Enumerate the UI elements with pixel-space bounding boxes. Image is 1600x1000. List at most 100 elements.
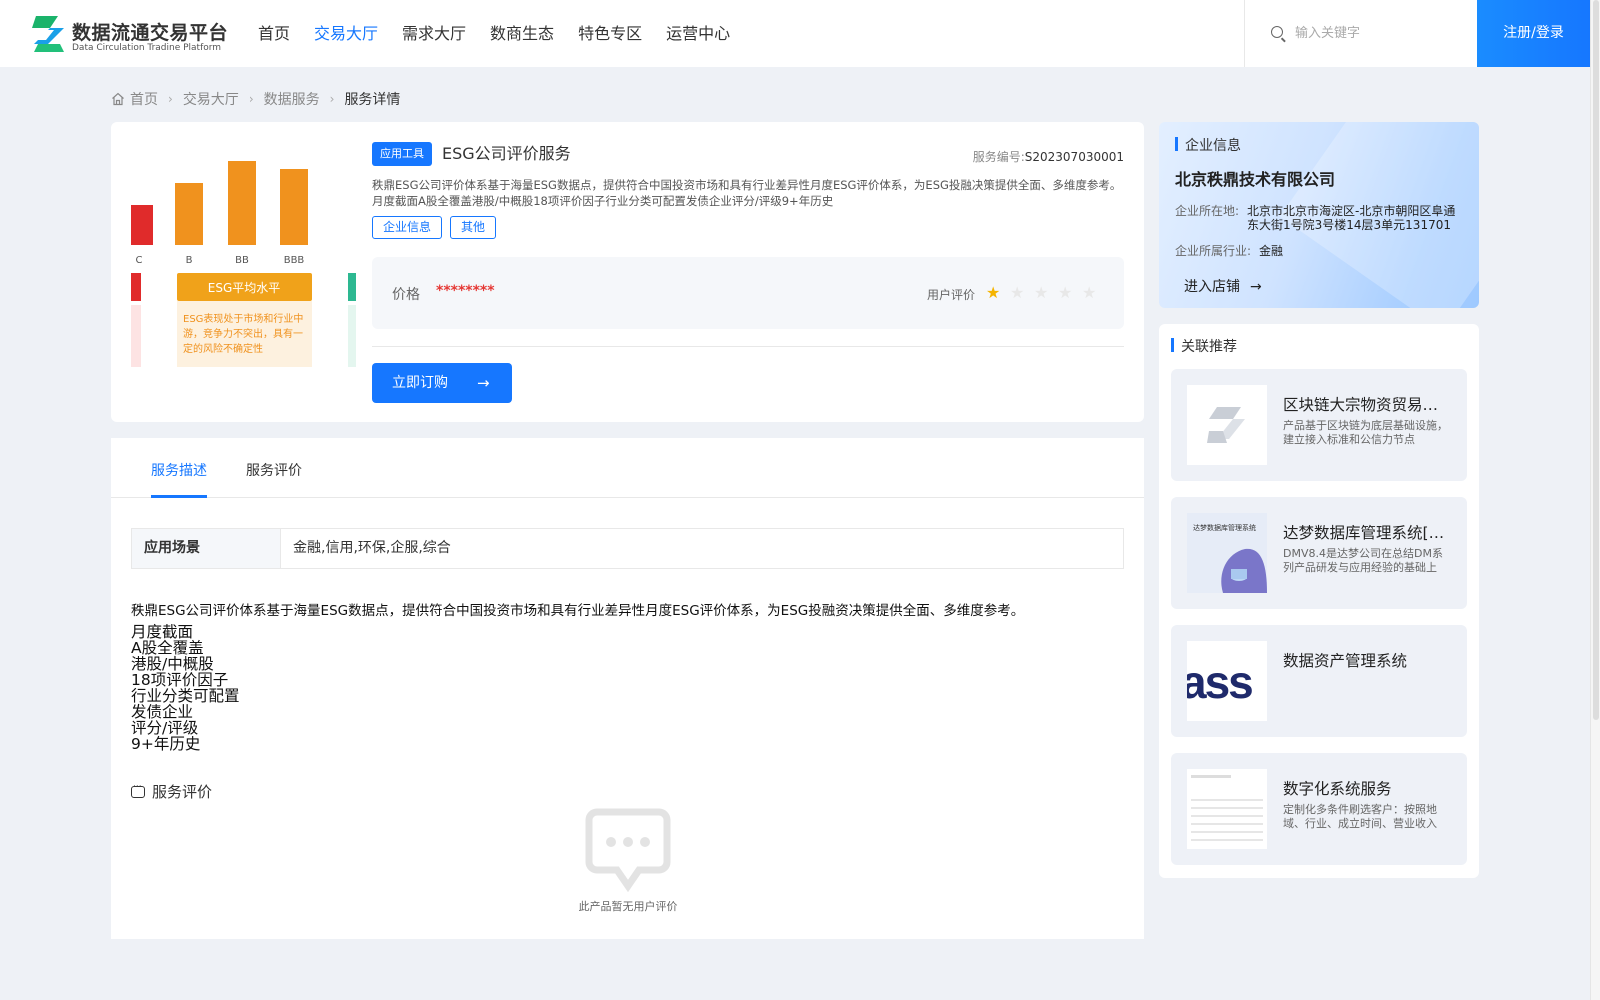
enter-shop-link[interactable]: 进入店铺 → xyxy=(1184,276,1262,296)
price-value: ******** xyxy=(436,283,495,299)
star-filled-icon[interactable]: ★ xyxy=(986,283,1010,302)
evaluation-section-title: 服务评价 xyxy=(131,781,212,802)
service-summary-card: ESG平均水平 C B BB BBB ESG表现处于市场和行业中游，竞争力不突出，具有… xyxy=(111,122,1144,422)
enter-shop-label: 进入店铺 xyxy=(1184,279,1240,295)
page-scrollbar[interactable] xyxy=(1590,0,1600,1000)
nav-special-zone[interactable]: 特色专区 xyxy=(578,0,642,67)
thumb-bar-label: BBB xyxy=(284,255,305,266)
service-number: 服务编号:S202307030001 xyxy=(973,148,1124,165)
top-header: 数据流通交易平台 Data Circulation Tradine Platfo… xyxy=(0,0,1600,67)
scrollbar-thumb[interactable] xyxy=(1593,0,1599,720)
company-name: 北京秩鼎技术有限公司 xyxy=(1175,170,1336,189)
tab-service-description[interactable]: 服务描述 xyxy=(151,460,207,480)
nav-operation-center[interactable]: 运营中心 xyxy=(666,0,730,67)
recommend-item[interactable]: 区块链大宗物资贸易服务 产品基于区块链为底层基础设施，建立接入标准和公信力节点 xyxy=(1171,369,1467,481)
recommend-thumbnail xyxy=(1187,769,1267,849)
active-tab-indicator xyxy=(151,495,207,498)
thumb-bar xyxy=(131,205,153,245)
recommend-title: 数据资产管理系统 xyxy=(1283,652,1408,670)
feature-item: 发债企业 xyxy=(131,703,194,721)
logo-subtitle: Data Circulation Tradine Platform xyxy=(72,43,222,53)
document-preview-icon xyxy=(1191,775,1263,841)
database-illustration-icon xyxy=(1221,548,1267,593)
nav-home[interactable]: 首页 xyxy=(258,0,290,67)
breadcrumb-home[interactable]: 首页 xyxy=(130,89,158,109)
search-box xyxy=(1244,0,1477,67)
feature-item: 9+年历史 xyxy=(131,735,201,753)
feature-item: 18项评价因子 xyxy=(131,671,229,689)
thumb-bar xyxy=(280,169,308,245)
recommend-section-title: 关联推荐 xyxy=(1171,336,1237,356)
search-input[interactable] xyxy=(1295,20,1465,46)
service-title: ESG公司评价服务 xyxy=(442,144,571,163)
feature-item: A股全覆盖 xyxy=(131,639,204,657)
full-description: 秩鼎ESG公司评价体系基于海量ESG数据点，提供符合中国投资市场和具有行业差异性… xyxy=(131,603,1025,619)
service-description: 秩鼎ESG公司评价体系基于海量ESG数据点，提供符合中国投资市场和具有行业差异性… xyxy=(372,178,1122,208)
thumb-left-red-strip xyxy=(131,273,141,301)
breadcrumb-trading-hall[interactable]: 交易大厅 xyxy=(183,89,239,109)
thumb-bar xyxy=(175,183,203,245)
platform-logo[interactable]: 数据流通交易平台 Data Circulation Tradine Platfo… xyxy=(30,14,230,56)
search-icon[interactable] xyxy=(1271,26,1283,38)
feature-item: 港股/中概股 xyxy=(131,655,214,673)
company-location-row: 企业所在地: 北京市北京市海淀区-北京市朝阳区阜通东大街1号院3号楼14层3单元… xyxy=(1175,204,1462,232)
recommend-thumbnail: ass xyxy=(1187,641,1267,721)
evaluation-title: 服务评价 xyxy=(152,783,213,801)
price-panel: 价格 ******** 用户评价 ★ ★ ★ ★ ★ xyxy=(372,257,1124,329)
industry-label: 企业所属行业: xyxy=(1175,244,1252,258)
nav-ecosystem[interactable]: 数商生态 xyxy=(490,0,554,67)
star-empty-icon[interactable]: ★ xyxy=(1034,283,1058,302)
thumb-bar xyxy=(228,161,256,245)
no-evaluation-text: 此产品暂无用户评价 xyxy=(578,900,678,913)
rating-stars: ★ ★ ★ ★ ★ xyxy=(986,283,1106,302)
star-empty-icon[interactable]: ★ xyxy=(1058,283,1082,302)
nav-demand-hall[interactable]: 需求大厅 xyxy=(402,0,466,67)
recommend-title: 数字化系统服务 xyxy=(1283,780,1392,798)
thumb-left-panel xyxy=(131,305,141,367)
home-icon xyxy=(112,92,124,106)
recommend-title: 区块链大宗物资贸易服务 xyxy=(1283,396,1453,414)
nav-trading-hall[interactable]: 交易大厅 xyxy=(314,0,378,67)
login-register-button[interactable]: 注册/登录 xyxy=(1477,0,1590,67)
company-section-title: 企业信息 xyxy=(1175,135,1241,155)
tab-service-evaluation[interactable]: 服务评价 xyxy=(246,460,302,480)
divider xyxy=(372,346,1124,347)
thumb-right-panel xyxy=(348,305,356,367)
related-recommend-card: 关联推荐 区块链大宗物资贸易服务 产品基于区块链为底层基础设施，建立接入标准和公… xyxy=(1159,324,1479,878)
service-tags: 企业信息 其他 xyxy=(372,216,504,239)
recommend-thumbnail xyxy=(1187,385,1267,465)
recommend-desc: DMV8.4是达梦公司在总结DM系列产品研发与应用经验的基础上 xyxy=(1283,547,1443,574)
recommend-item[interactable]: 数字化系统服务 定制化多条件刷选客户：按照地域、行业、成立时间、营业收入 xyxy=(1171,753,1467,865)
order-now-button[interactable]: 立即订购 → xyxy=(372,363,512,403)
service-detail-card: 服务描述 服务评价 应用场景 金融,信用,环保,企服,综合 秩鼎ESG公司评价体… xyxy=(111,438,1144,939)
company-industry-row: 企业所属行业: 金融 xyxy=(1175,244,1474,258)
service-type-tag: 应用工具 xyxy=(372,142,432,166)
service-number-value: S202307030001 xyxy=(1024,150,1124,164)
recommend-image-logo-text: ass xyxy=(1187,656,1254,708)
star-empty-icon[interactable]: ★ xyxy=(1082,283,1106,302)
breadcrumb-data-service[interactable]: 数据服务 xyxy=(264,89,320,109)
recommend-desc: 定制化多条件刷选客户：按照地域、行业、成立时间、营业收入 xyxy=(1283,803,1437,830)
arrow-right-icon: → xyxy=(1250,279,1262,295)
application-scene-table: 应用场景 金融,信用,环保,企服,综合 xyxy=(131,528,1124,569)
scene-label: 应用场景 xyxy=(132,529,281,568)
price-label: 价格 xyxy=(392,287,420,303)
main-nav: 首页 交易大厅 需求大厅 数商生态 特色专区 运营中心 xyxy=(258,0,754,67)
empty-comment-icon xyxy=(585,808,671,892)
company-info-card: 企业信息 北京秩鼎技术有限公司 企业所在地: 北京市北京市海淀区-北京市朝阳区阜… xyxy=(1159,122,1479,308)
recommend-item[interactable]: 达梦数据库管理系统 达梦数据库管理系统[DM8] DMV8.4是达梦公司在总结D… xyxy=(1171,497,1467,609)
recommend-item[interactable]: ass 数据资产管理系统 xyxy=(1171,625,1467,737)
chevron-right-icon: › xyxy=(168,92,173,106)
location-value: 北京市北京市海淀区-北京市朝阳区阜通东大街1号院3号楼14层3单元131701 xyxy=(1247,204,1456,232)
chevron-right-icon: › xyxy=(329,92,335,106)
thumb-bar-label: B xyxy=(186,255,193,266)
recommend-title: 达梦数据库管理系统[DM8] xyxy=(1283,524,1453,542)
comment-icon xyxy=(131,781,145,798)
star-empty-icon[interactable]: ★ xyxy=(1010,283,1034,302)
logo-icon xyxy=(32,16,64,52)
tag-other[interactable]: 其他 xyxy=(450,216,497,239)
recommend-thumbnail: 达梦数据库管理系统 xyxy=(1187,513,1267,593)
tag-company-info[interactable]: 企业信息 xyxy=(372,216,443,239)
chevron-right-icon: › xyxy=(248,92,254,106)
feature-list: 月度截面 A股全覆盖 港股/中概股 18项评价因子 行业分类可配置 发债企业 评… xyxy=(131,624,240,752)
